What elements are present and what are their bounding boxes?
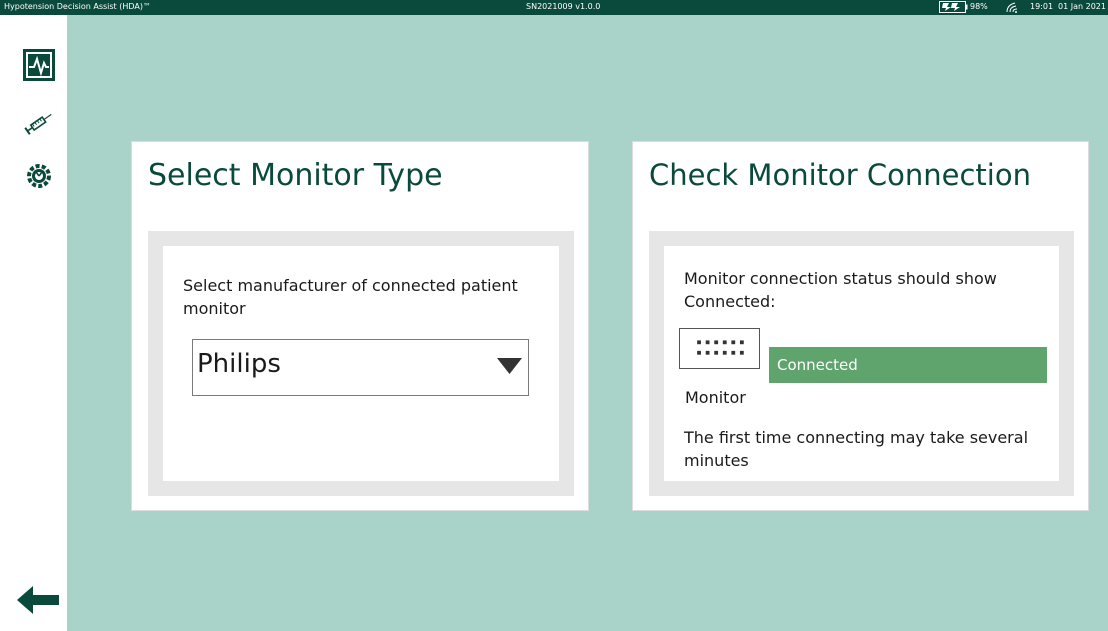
settings-icon[interactable] — [22, 159, 56, 193]
select-monitor-panel: Select Monitor Type Select manufacturer … — [131, 141, 589, 511]
panel-title: Select Monitor Type — [148, 158, 443, 193]
monitor-caption: Monitor — [685, 388, 746, 407]
clock-time: 19:01 — [1030, 2, 1054, 11]
connection-note: The first time connecting may take sever… — [684, 428, 1029, 470]
manufacturer-label: Select manufacturer of connected patient… — [183, 276, 518, 318]
triangle-down-icon — [497, 358, 522, 374]
serial-number: SN2021009 v1.0.0 — [526, 2, 601, 11]
monitor-port-icon — [679, 328, 760, 369]
panel-title: Check Monitor Connection — [649, 158, 1031, 192]
sidebar — [0, 15, 67, 631]
status-bar-top: Hypotension Decision Assist (HDA)™ SN202… — [0, 0, 1108, 15]
connection-instruction: Monitor connection status should show Co… — [684, 269, 997, 311]
syringe-icon[interactable] — [22, 106, 56, 140]
manufacturer-dropdown[interactable]: Philips — [192, 339, 529, 396]
monitor-waveform-icon[interactable] — [22, 48, 56, 82]
connection-status: Connected — [769, 347, 1047, 383]
monitor-connection-panel: Check Monitor Connection Monitor connect… — [632, 141, 1089, 511]
clock-date: 01 Jan 2021 — [1058, 2, 1106, 11]
panel-card: Monitor connection status should show Co… — [664, 246, 1059, 481]
app-title: Hypotension Decision Assist (HDA)™ — [4, 2, 151, 11]
back-arrow-icon[interactable] — [15, 582, 61, 618]
wifi-icon — [1005, 1, 1019, 13]
panel-frame: Monitor connection status should show Co… — [649, 231, 1074, 496]
battery-percentage: 98% — [970, 2, 988, 11]
panel-frame: Select manufacturer of connected patient… — [148, 231, 574, 496]
battery-charging-icon — [939, 1, 968, 13]
dropdown-selected-value: Philips — [197, 349, 281, 379]
panel-card: Select manufacturer of connected patient… — [163, 246, 559, 481]
